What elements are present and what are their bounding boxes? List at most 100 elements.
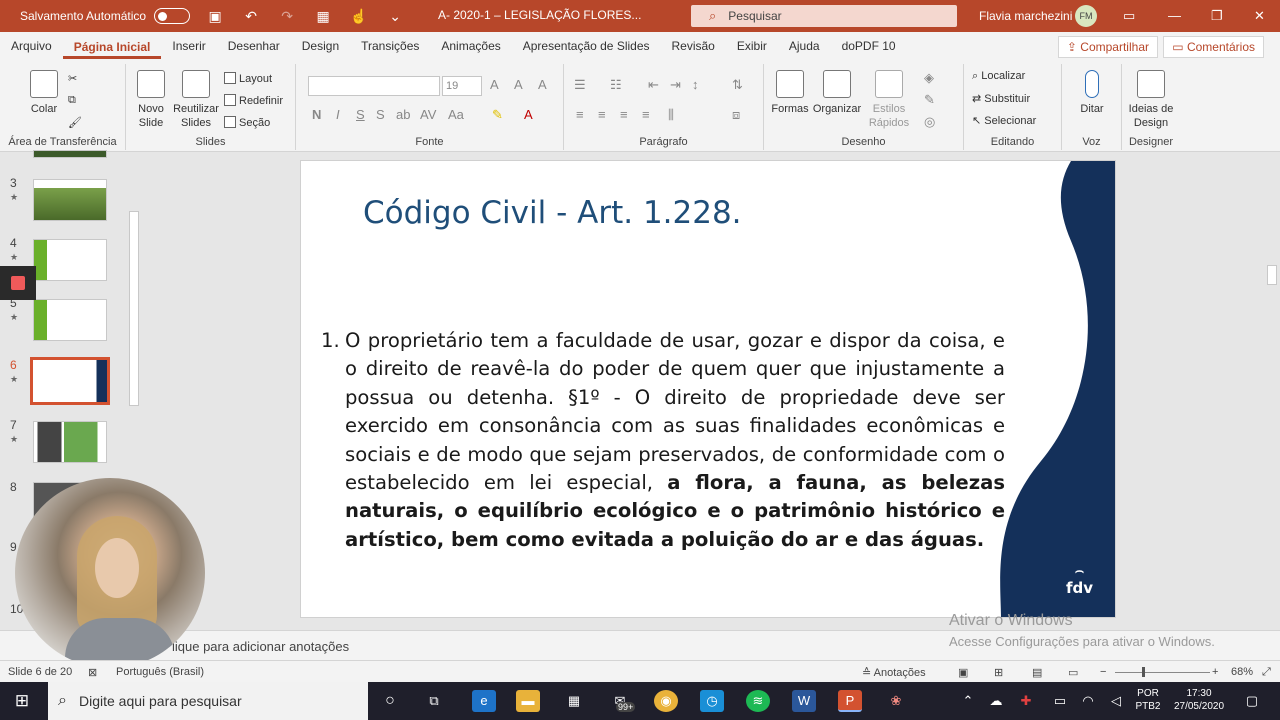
redo-icon[interactable]: ↷	[276, 8, 298, 25]
editor-scrollbar[interactable]	[1265, 152, 1280, 630]
task-view-icon[interactable]: ⧉	[422, 690, 446, 712]
comments-button[interactable]: ▭ Comentários	[1163, 36, 1264, 58]
thumbnail-slide-5[interactable]	[33, 299, 107, 341]
char-spacing-icon[interactable]: AV	[420, 107, 436, 122]
zoom-slider[interactable]	[1115, 667, 1210, 677]
document-title[interactable]: A- 2020-1 – LEGISLAÇÃO FLORES...	[438, 8, 641, 22]
thumbnail-slide-2[interactable]	[33, 150, 107, 158]
justify-icon[interactable]: ≡	[642, 107, 650, 122]
language-label[interactable]: Português (Brasil)	[116, 666, 204, 678]
tab-apresentacao[interactable]: Apresentação de Slides	[512, 32, 661, 60]
slide-title[interactable]: Código Civil - Art. 1.228.	[363, 195, 742, 231]
app-icon[interactable]: ❀	[884, 690, 908, 712]
copy-icon[interactable]: ⧉	[68, 94, 76, 107]
thumbnail-slide-6[interactable]	[30, 357, 110, 405]
columns-icon[interactable]: ⫼	[668, 107, 674, 123]
tab-desenhar[interactable]: Desenhar	[217, 32, 291, 60]
shadow-icon[interactable]: S	[376, 107, 385, 122]
file-explorer-icon[interactable]: ▬	[516, 690, 540, 712]
chrome-icon[interactable]: ◉	[654, 690, 678, 712]
record-button[interactable]	[0, 266, 36, 300]
design-ideas-button[interactable]: Ideias de Design	[1124, 70, 1178, 130]
tab-inserir[interactable]: Inserir	[161, 32, 216, 60]
tab-ajuda[interactable]: Ajuda	[778, 32, 831, 60]
windows-start-icon[interactable]: ⊞	[10, 690, 34, 712]
zoom-slider-knob[interactable]	[1142, 667, 1145, 677]
clock[interactable]: 17:30 27/05/2020	[1170, 687, 1228, 713]
layout-button[interactable]: Layout	[224, 72, 272, 85]
action-center-icon[interactable]: ▢	[1240, 690, 1264, 712]
slideshow-view-icon[interactable]: ▭	[1068, 666, 1078, 679]
numbering-icon[interactable]: ☷	[610, 77, 622, 93]
section-button[interactable]: Seção	[224, 116, 270, 129]
slide-body-text[interactable]: 1. O proprietário tem a faculdade de usa…	[321, 327, 1005, 554]
text-direction-icon[interactable]: ⇅	[732, 77, 743, 93]
dictate-button[interactable]: Ditar	[1072, 70, 1112, 116]
cut-icon[interactable]: ✂	[68, 72, 77, 85]
cortana-icon[interactable]: ○	[378, 690, 402, 712]
bullets-icon[interactable]: ☰	[574, 77, 586, 93]
highlight-icon[interactable]: ✎	[492, 107, 503, 123]
tab-exibir[interactable]: Exibir	[726, 32, 778, 60]
calendar-app-icon[interactable]: ◷	[700, 690, 724, 712]
decrease-font-icon[interactable]: A	[514, 77, 523, 92]
battery-icon[interactable]: ▭	[1048, 690, 1072, 712]
arrange-button[interactable]: Organizar	[812, 70, 862, 116]
word-icon[interactable]: W	[792, 690, 816, 712]
save-icon[interactable]: ▣	[204, 8, 226, 25]
powerpoint-icon[interactable]: P	[838, 690, 862, 712]
increase-indent-icon[interactable]: ⇥	[670, 77, 681, 93]
language-indicator[interactable]: POR PTB2	[1134, 687, 1162, 713]
find-button[interactable]: ⌕ Localizar	[972, 70, 1025, 83]
reuse-slides-button[interactable]: Reutilizar Slides	[172, 70, 220, 130]
tab-animacoes[interactable]: Animações	[430, 32, 511, 60]
spellcheck-icon[interactable]: ⊠	[88, 666, 97, 679]
tab-transicoes[interactable]: Transições	[350, 32, 430, 60]
shape-outline-icon[interactable]: ✎	[924, 92, 935, 108]
format-painter-icon[interactable]: 🖌	[68, 116, 82, 129]
scrollbar-thumb[interactable]	[1267, 265, 1277, 285]
undo-icon[interactable]: ↶	[240, 8, 262, 25]
present-icon[interactable]: ▦	[312, 8, 334, 25]
change-case-icon[interactable]: Aa	[448, 107, 464, 122]
align-left-icon[interactable]: ≡	[576, 107, 584, 122]
increase-font-icon[interactable]: A	[490, 77, 499, 92]
maximize-icon[interactable]: ❐	[1211, 8, 1223, 24]
notes-placeholder[interactable]: lique para adicionar anotações	[172, 639, 349, 654]
tab-dopdf[interactable]: doPDF 10	[831, 32, 907, 60]
thumbnail-slide-7[interactable]	[33, 421, 107, 463]
taskbar-search[interactable]: ⌕ Digite aqui para pesquisar	[48, 682, 368, 720]
zoom-level[interactable]: 68%	[1231, 666, 1253, 678]
smartart-icon[interactable]: ⧈	[732, 107, 740, 123]
align-center-icon[interactable]: ≡	[598, 107, 606, 122]
ribbon-display-icon[interactable]: ▭	[1123, 8, 1135, 24]
shape-fill-icon[interactable]: ◈	[924, 70, 934, 86]
thumbnail-slide-3[interactable]	[33, 179, 107, 221]
spotify-icon[interactable]: ≋	[746, 690, 770, 712]
new-slide-button[interactable]: Novo Slide	[132, 70, 170, 130]
underline-icon[interactable]: S	[356, 107, 365, 122]
customize-toolbar-icon[interactable]: ⌄	[384, 8, 406, 25]
shape-effects-icon[interactable]: ◎	[924, 114, 935, 130]
decrease-indent-icon[interactable]: ⇤	[648, 77, 659, 93]
line-spacing-icon[interactable]: ↕	[692, 77, 699, 92]
tab-design[interactable]: Design	[291, 32, 350, 60]
tab-pagina-inicial[interactable]: Página Inicial	[62, 33, 162, 59]
wifi-icon[interactable]: ◠	[1076, 690, 1100, 712]
tab-arquivo[interactable]: Arquivo	[0, 32, 63, 60]
select-button[interactable]: ↖ Selecionar	[972, 114, 1036, 127]
edge-icon[interactable]: e	[472, 690, 496, 712]
font-size-box[interactable]: 19	[442, 76, 482, 96]
normal-view-icon[interactable]: ▣	[958, 666, 968, 679]
fit-slide-icon[interactable]: ⤢	[1262, 666, 1271, 679]
store-icon[interactable]: ▦	[562, 690, 586, 712]
minimize-icon[interactable]: —	[1168, 8, 1181, 23]
replace-button[interactable]: ⇄ Substituir	[972, 92, 1030, 105]
quick-styles-button[interactable]: Estilos Rápidos	[864, 70, 914, 130]
tab-revisao[interactable]: Revisão	[661, 32, 726, 60]
user-name[interactable]: Flavia marchezini	[979, 9, 1072, 23]
touch-mode-icon[interactable]: ☝	[348, 8, 370, 25]
paste-button[interactable]: Colar	[24, 70, 64, 116]
avatar[interactable]: FM	[1075, 5, 1097, 27]
spacing-icon[interactable]: ab	[396, 107, 410, 122]
